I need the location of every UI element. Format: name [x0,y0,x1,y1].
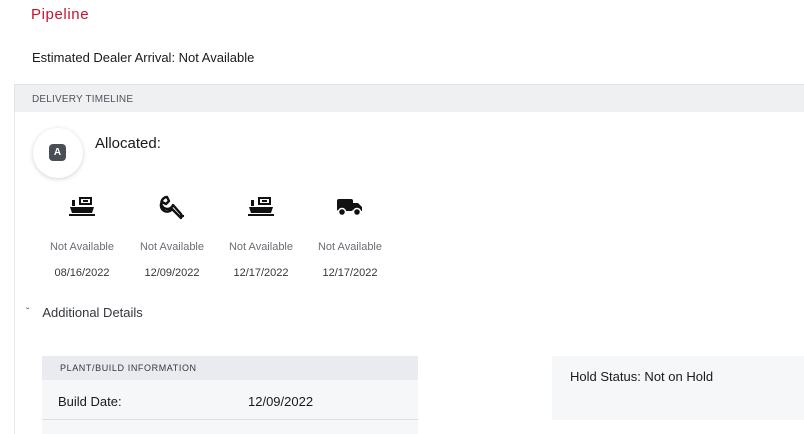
step-status: Not Available [228,241,293,253]
page-title: Pipeline [31,6,90,23]
ship-icon [221,190,301,224]
allocation-letter-icon: A [49,144,66,161]
step-date: 12/17/2022 [233,267,289,279]
allocation-badge: A [33,128,83,178]
step-date: 08/16/2022 [54,267,110,279]
step-date: 12/09/2022 [144,267,200,279]
wrench-icon [132,190,212,224]
hold-status-text: Hold Status: Not on Hold [570,369,714,384]
timeline-step: Not Available 12/09/2022 [132,190,212,279]
allocation-status-label: Allocated: [95,135,161,152]
truck-icon [310,190,390,224]
estimated-arrival-text: Estimated Dealer Arrival: Not Available [32,50,255,65]
timeline-step: Not Available 12/17/2022 [310,190,390,279]
plant-build-title: PLANT/BUILD INFORMATION [60,363,197,373]
timeline-step: Not Available 12/17/2022 [221,190,301,279]
chevron-down-icon: ˇ [26,307,30,318]
delivery-timeline-header: DELIVERY TIMELINE [14,84,804,112]
build-date-row: Build Date: 12/09/2022 [58,394,408,409]
build-date-value: 12/09/2022 [248,394,314,409]
step-status: Not Available [49,241,114,253]
divider [42,419,418,420]
hold-status-card: Hold Status: Not on Hold [552,356,804,420]
additional-details-toggle[interactable]: ˇ Additional Details [26,305,143,320]
additional-details-label: Additional Details [42,305,143,320]
plant-build-header: PLANT/BUILD INFORMATION [42,356,418,380]
step-date: 12/17/2022 [322,267,378,279]
plant-build-card: PLANT/BUILD INFORMATION Build Date: 12/0… [42,356,418,434]
step-status: Not Available [139,241,204,253]
delivery-timeline-title: DELIVERY TIMELINE [32,94,134,105]
build-date-label: Build Date: [58,394,122,409]
step-status: Not Available [317,241,382,253]
ship-icon [42,190,122,224]
timeline-step: Not Available 08/16/2022 [42,190,122,279]
